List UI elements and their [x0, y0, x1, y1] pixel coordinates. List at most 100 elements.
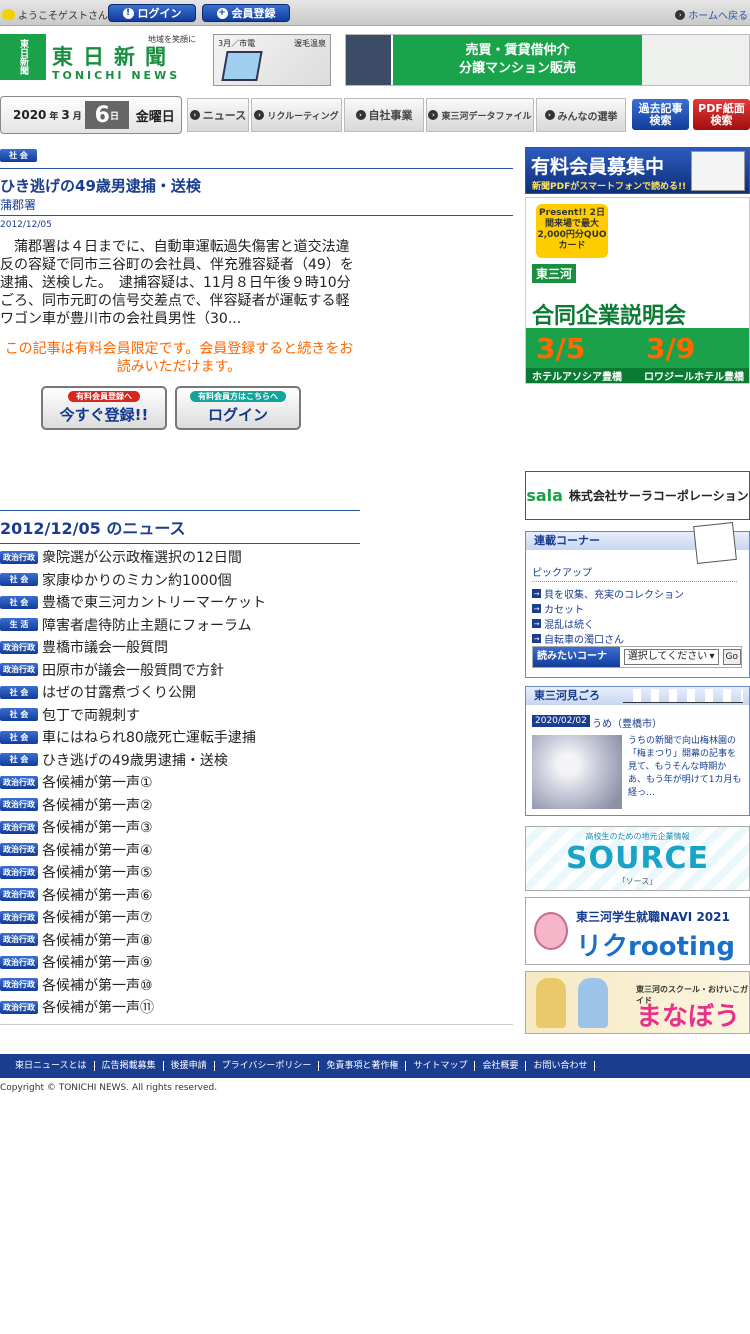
member-login-button[interactable]: 有料会員方はこちらへ ログイン	[175, 386, 301, 430]
login-button[interactable]: ! ログイン	[108, 4, 196, 22]
news-item-title[interactable]: 各候補が第一声⑦	[42, 907, 153, 927]
footer-link[interactable]: 東日ニュースとは	[8, 1061, 95, 1071]
logo-tagline: 地域を笑顔に	[148, 35, 196, 44]
news-item-title[interactable]: 田原市が議会一般質問で方針	[42, 660, 224, 680]
series-go-button[interactable]: Go	[722, 649, 741, 665]
paywall-buttons: 有料会員登録へ 今すぐ登録!! 有料会員方はこちらへ ログイン	[0, 386, 358, 432]
skyline-icon	[623, 689, 743, 703]
footer-link[interactable]: プライバシーポリシー	[215, 1061, 320, 1071]
ad-recruiting[interactable]: 東三河学生就職NAVI 2021 リクrooting	[525, 897, 750, 965]
ad-sala[interactable]: sala 株式会社サーラコーポレーション	[525, 471, 750, 520]
news-list-item[interactable]: 政治行政 各候補が第一声⑦	[0, 906, 513, 929]
plus-icon: +	[216, 7, 228, 19]
series-item[interactable]: → 混乱は続く	[532, 616, 749, 631]
current-date: 2020 年 3 月 6日 金曜日	[0, 96, 182, 134]
newspaper-icon	[691, 151, 745, 191]
news-list-item[interactable]: 政治行政 各候補が第一声⑨	[0, 951, 513, 974]
ad-source[interactable]: 高校生のための地元企業情報 SOURCE 「ソース」	[525, 826, 750, 891]
nav-recruiting[interactable]: › リクルーティング	[251, 98, 342, 132]
news-item-title[interactable]: 包丁で両親刺す	[42, 705, 140, 725]
news-item-title[interactable]: 各候補が第一声⑪	[42, 997, 154, 1017]
news-item-title[interactable]: 各候補が第一声①	[42, 772, 153, 792]
news-item-title[interactable]: 衆院選が公示政権選択の12日間	[42, 547, 242, 567]
nav-election[interactable]: › みんなの選挙	[536, 98, 626, 132]
news-item-title[interactable]: 障害者虐待防止主題にフォーラム	[42, 615, 252, 635]
news-item-title[interactable]: はぜの甘露煮づくり公開	[42, 682, 196, 702]
footer-link[interactable]: 会社概要	[475, 1061, 527, 1071]
article-date: 2012/12/05	[0, 220, 52, 230]
home-link[interactable]: › ホームへ戻る	[675, 7, 748, 22]
news-item-title[interactable]: 各候補が第一声⑤	[42, 862, 153, 882]
news-list-item[interactable]: 政治行政 豊橋市議会一般質問	[0, 636, 513, 659]
news-list-item[interactable]: 社 会はぜの甘露煮づくり公開	[0, 681, 513, 704]
news-list-item[interactable]: 政治行政 各候補が第一声⑪	[0, 996, 513, 1019]
series-select[interactable]: 選択してください ▾	[623, 649, 719, 665]
news-list-item[interactable]: 社 会豊橋で東三河カントリーマーケット	[0, 591, 513, 614]
news-item-title[interactable]: 家康ゆかりのミカン約1000個	[42, 570, 232, 590]
season-photo[interactable]	[532, 735, 622, 809]
news-item-title[interactable]: 各候補が第一声⑩	[42, 975, 153, 995]
sala-logo: sala	[526, 486, 563, 505]
news-item-title[interactable]: 各候補が第一声②	[42, 795, 153, 815]
ad-member-sub: 新聞PDFがスマートフォンで読める!!	[532, 182, 687, 192]
series-select-row: 読みたいコーナー 選択してください ▾ Go	[532, 646, 742, 682]
news-list-item[interactable]: 社 会車にはねられ80歳死亡運転手逮捕	[0, 726, 513, 749]
news-item-title[interactable]: 各候補が第一声⑨	[42, 952, 153, 972]
news-item-title[interactable]: 豊橋市議会一般質問	[42, 637, 168, 657]
pdf-line2: 検索	[710, 113, 733, 127]
news-category-badge: 社 会	[0, 730, 38, 744]
news-list-item[interactable]: 社 会ひき逃げの49歳男逮捕・送検	[0, 749, 513, 772]
news-item-title[interactable]: 各候補が第一声⑥	[42, 885, 153, 905]
news-list-item[interactable]: 政治行政 各候補が第一声①	[0, 771, 513, 794]
news-list-item[interactable]: 政治行政 田原市が議会一般質問で方針	[0, 659, 513, 682]
arrow-right-icon: ›	[675, 9, 686, 20]
ad-fair-present: Present!! 2日間来場で最大2,000円分QUOカード	[536, 204, 608, 258]
series-item[interactable]: → 貝を収集、充実のコレクション	[532, 586, 749, 601]
arrow-right-icon: →	[532, 589, 541, 598]
nav-news[interactable]: › ニュース	[187, 98, 249, 132]
ad-paid-member[interactable]: 有料会員募集中 新聞PDFがスマートフォンで読める!!	[525, 147, 750, 194]
news-item-title[interactable]: 車にはねられ80歳死亡運転手逮捕	[42, 727, 256, 747]
news-item-title[interactable]: 各候補が第一声④	[42, 840, 153, 860]
news-list-item[interactable]: 社 会包丁で両親刺す	[0, 704, 513, 727]
archive-search-button[interactable]: 過去記事 検索	[632, 99, 689, 130]
news-list-item[interactable]: 政治行政 各候補が第一声⑩	[0, 974, 513, 997]
ad-train-banner[interactable]: 3月／市電 渥毛温泉	[213, 34, 331, 86]
footer-link[interactable]: 後援申請	[164, 1061, 215, 1071]
footer-link[interactable]: お問い合わせ	[526, 1061, 596, 1071]
ad-manabou[interactable]: 東三河のスクール・おけいこガイド まなぼう	[525, 971, 750, 1034]
season-desc[interactable]: うちの新聞で向山梅林園の「梅まつり」開幕の記事を見て、もうそんな時期かあ、もう年…	[628, 735, 744, 800]
footer-link[interactable]: サイトマップ	[406, 1061, 476, 1071]
footer-link[interactable]: 広告掲載募集	[95, 1061, 164, 1071]
news-list-item[interactable]: 政治行政 衆院選が公示政権選択の12日間	[0, 546, 513, 569]
series-item[interactable]: → カセット	[532, 601, 749, 616]
arrow-right-icon: ›	[189, 110, 200, 120]
news-list-item[interactable]: 社 会家康ゆかりのミカン約1000個	[0, 569, 513, 592]
ad-fair-date1: 3/5	[536, 332, 586, 365]
nav-datafile[interactable]: › 東三河データファイル	[426, 98, 534, 132]
pdf-search-button[interactable]: PDF紙面 検索	[693, 99, 750, 130]
news-list-item[interactable]: 政治行政 各候補が第一声⑤	[0, 861, 513, 884]
series-item[interactable]: → 自転車の濁口さん	[532, 631, 749, 646]
news-item-title[interactable]: 豊橋で東三河カントリーマーケット	[42, 592, 266, 612]
ad-job-fair[interactable]: Present!! 2日間来場で最大2,000円分QUOカード 東三河 合同企業…	[525, 197, 750, 384]
news-list-item[interactable]: 政治行政 各候補が第一声③	[0, 816, 513, 839]
site-logo[interactable]: 東日新聞 地域を笑顔に 東日新聞 TONICHI NEWS	[0, 34, 196, 84]
news-item-title[interactable]: ひき逃げの49歳男逮捕・送検	[42, 750, 228, 770]
news-item-title[interactable]: 各候補が第一声③	[42, 817, 153, 837]
register-button[interactable]: + 会員登録	[202, 4, 290, 22]
footer-link[interactable]: 免責事項と著作権	[319, 1061, 407, 1071]
news-category-badge: 生 活	[0, 618, 38, 632]
ad-realestate-banner[interactable]: 売買・賃貸借仲介 分譲マンション販売	[345, 34, 750, 86]
season-header: 東三河見ごろ	[526, 687, 749, 705]
news-list-item[interactable]: 政治行政 各候補が第一声②	[0, 794, 513, 817]
news-item-title[interactable]: 各候補が第一声⑧	[42, 930, 153, 950]
date-month-unit: 月	[72, 111, 82, 122]
news-list-item[interactable]: 政治行政 各候補が第一声⑥	[0, 884, 513, 907]
season-item-link[interactable]: うめ（豊橋市）	[592, 715, 662, 730]
news-list-item[interactable]: 政治行政 各候補が第一声⑧	[0, 929, 513, 952]
nav-own-business[interactable]: › 自社事業	[344, 98, 424, 132]
news-list-item[interactable]: 生 活障害者虐待防止主題にフォーラム	[0, 614, 513, 637]
news-list-item[interactable]: 政治行政 各候補が第一声④	[0, 839, 513, 862]
register-now-button[interactable]: 有料会員登録へ 今すぐ登録!!	[41, 386, 167, 430]
